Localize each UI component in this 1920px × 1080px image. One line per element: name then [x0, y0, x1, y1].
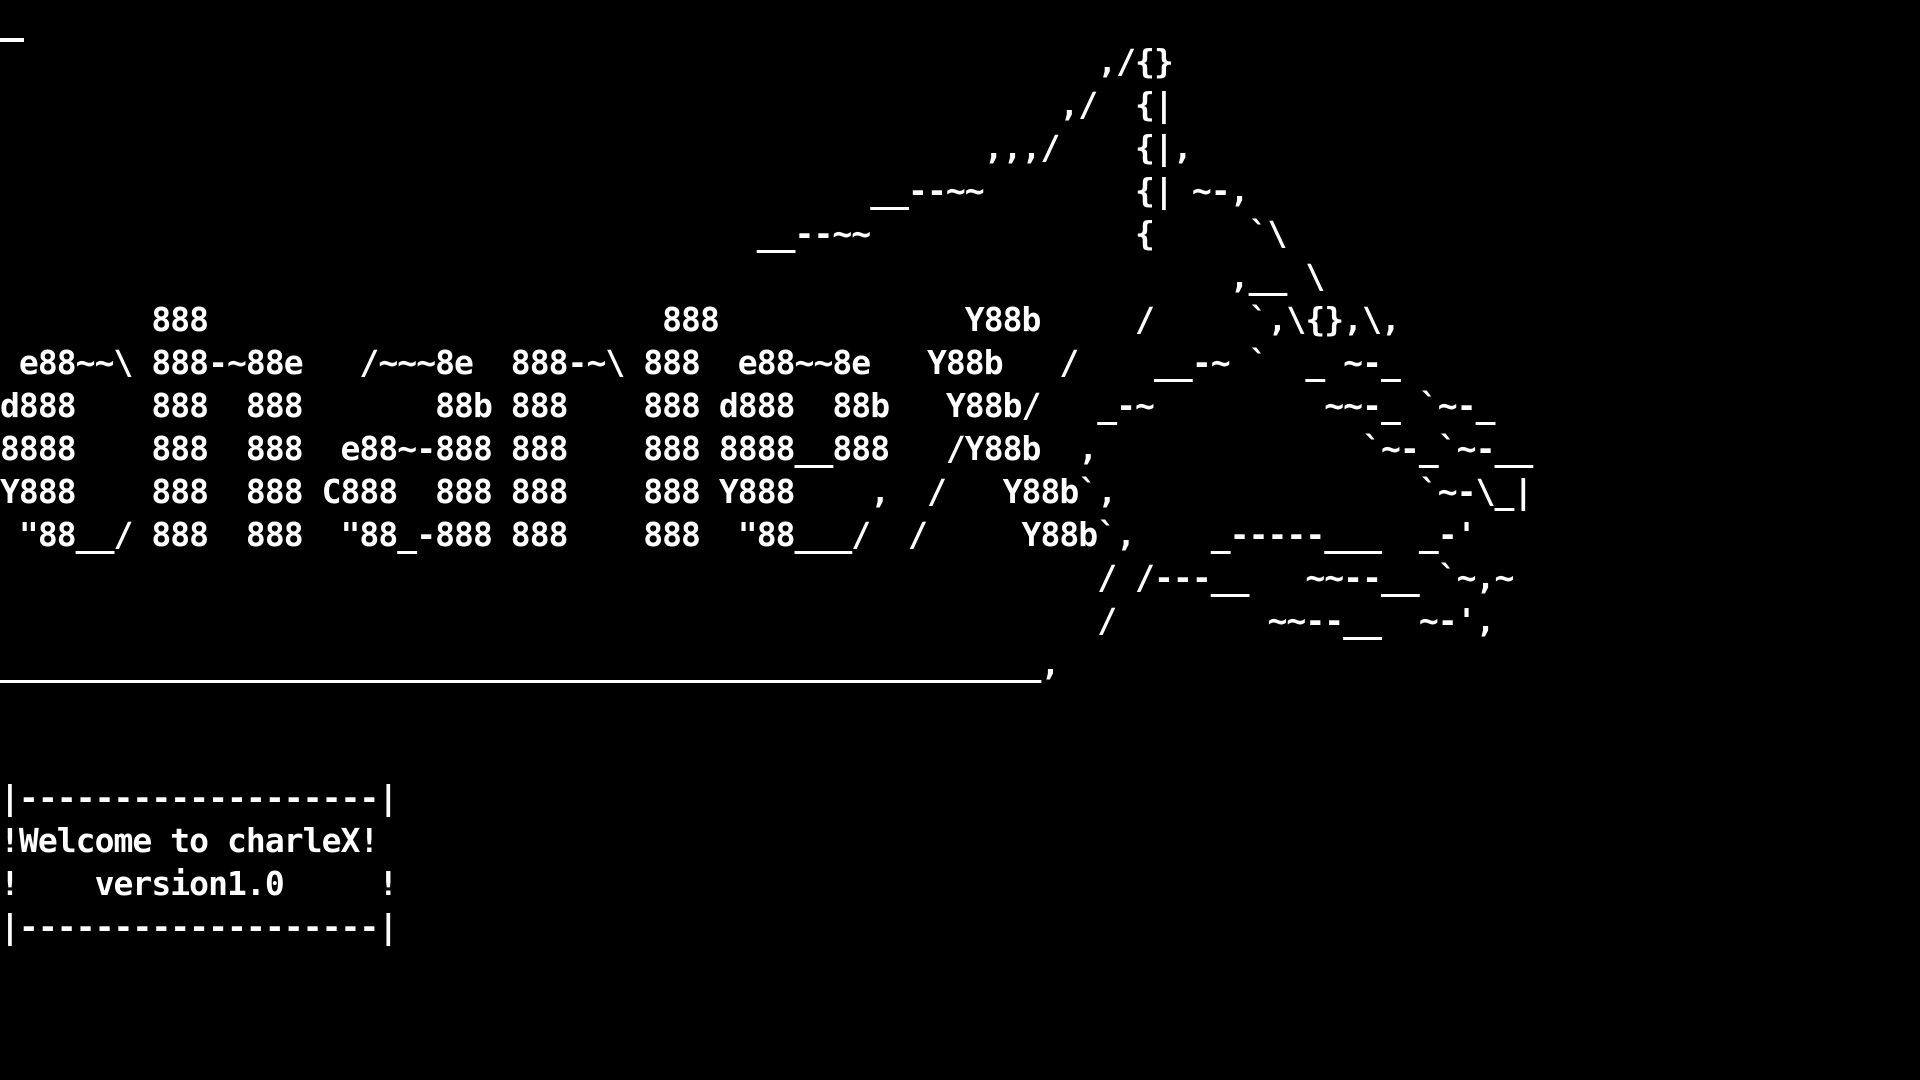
- charlex-ascii-banner: ,/{} ,/ {| ,,,/ {|, __--~~ {| ~-, __--~~…: [0, 42, 1533, 683]
- terminal-screen: ,/{} ,/ {| ,,,/ {|, __--~~ {| ~-, __--~~…: [0, 0, 1920, 1080]
- welcome-message-box: |-------------------| !Welcome to charle…: [0, 778, 398, 946]
